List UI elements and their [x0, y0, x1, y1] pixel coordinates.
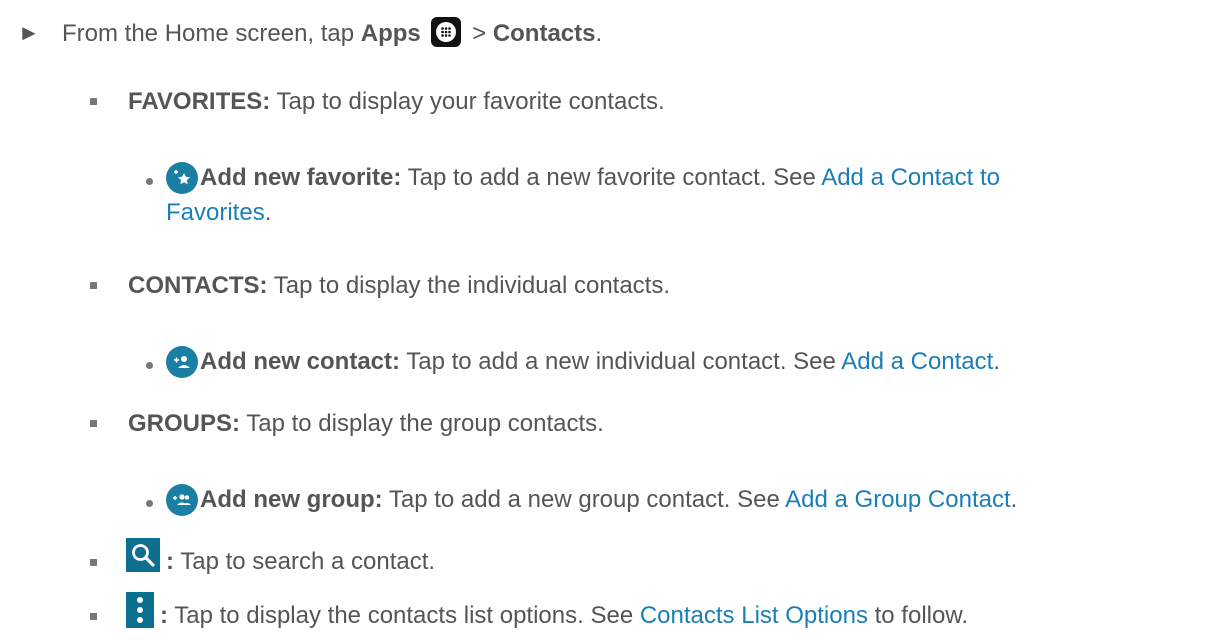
round-bullet: [146, 178, 153, 185]
intro-line: From the Home screen, tap Apps > Contact…: [62, 17, 602, 49]
arrow-bullet: ►: [18, 20, 40, 45]
intro-text: From the Home screen, tap: [62, 20, 361, 47]
add-contact-text: Tap to add a new individual contact. See: [400, 348, 842, 375]
add-favorite-icon[interactable]: [166, 162, 198, 194]
menu-text: Tap to display the contacts list options…: [168, 602, 640, 629]
add-group-text: Tap to add a new group contact. See: [382, 486, 786, 513]
add-group-period: .: [1010, 486, 1018, 513]
groups-text: Tap to display the group contacts.: [240, 410, 604, 437]
contacts-item: CONTACTS: Tap to display the individual …: [128, 271, 670, 301]
groups-item: GROUPS: Tap to display the group contact…: [128, 409, 604, 439]
add-contact-period: .: [993, 348, 1000, 375]
contacts-list-options-link[interactable]: Contacts List Options: [640, 602, 868, 629]
add-group-item: Add new group: Tap to add a new group co…: [200, 485, 1017, 515]
favorites-text: Tap to display your favorite contacts.: [270, 88, 665, 115]
contacts-tab-label: CONTACTS:: [128, 272, 268, 299]
add-contact-icon[interactable]: [166, 346, 198, 378]
menu-colon: :: [160, 602, 168, 629]
square-bullet: [90, 559, 97, 566]
favorites-label: FAVORITES:: [128, 88, 271, 115]
add-group-icon[interactable]: [166, 484, 198, 516]
search-text: Tap to search a contact.: [174, 548, 436, 575]
gt-separator: >: [465, 20, 493, 47]
add-a-group-contact-link[interactable]: Add a Group Contact: [785, 486, 1010, 513]
search-colon: :: [166, 548, 174, 575]
square-bullet: [90, 613, 97, 620]
add-favorite-period: .: [264, 199, 272, 226]
add-contact-label: Add new contact:: [200, 348, 401, 375]
favorites-item: FAVORITES: Tap to display your favorite …: [128, 87, 665, 117]
more-vert-icon[interactable]: [126, 592, 154, 628]
menu-end-text: to follow.: [867, 602, 969, 629]
search-item: : Tap to search a contact.: [166, 547, 435, 577]
intro-period: .: [595, 20, 603, 47]
round-bullet: [146, 362, 153, 369]
favorites-link[interactable]: Favorites: [166, 199, 265, 226]
add-a-contact-link[interactable]: Add a Contact: [841, 348, 993, 375]
contacts-text: Tap to display the individual contacts.: [267, 272, 671, 299]
add-group-label: Add new group:: [200, 486, 383, 513]
groups-label: GROUPS:: [128, 410, 241, 437]
add-favorite-label: Add new favorite:: [200, 164, 402, 191]
square-bullet: [90, 98, 97, 105]
square-bullet: [90, 282, 97, 289]
square-bullet: [90, 420, 97, 427]
add-favorite-item-cont: Favorites.: [166, 198, 271, 228]
menu-item: : Tap to display the contacts list optio…: [160, 601, 968, 631]
contacts-label: Contacts: [492, 20, 596, 47]
add-favorite-text: Tap to add a new favorite contact. See: [401, 164, 822, 191]
search-icon[interactable]: [126, 538, 160, 572]
add-favorite-item: Add new favorite: Tap to add a new favor…: [200, 163, 1000, 193]
round-bullet: [146, 500, 153, 507]
add-contact-to-favorites-link[interactable]: Add a Contact to: [821, 164, 1000, 191]
apps-grid-icon[interactable]: [431, 17, 462, 47]
apps-label: Apps: [360, 20, 421, 47]
add-contact-item: Add new contact: Tap to add a new indivi…: [200, 347, 1000, 377]
